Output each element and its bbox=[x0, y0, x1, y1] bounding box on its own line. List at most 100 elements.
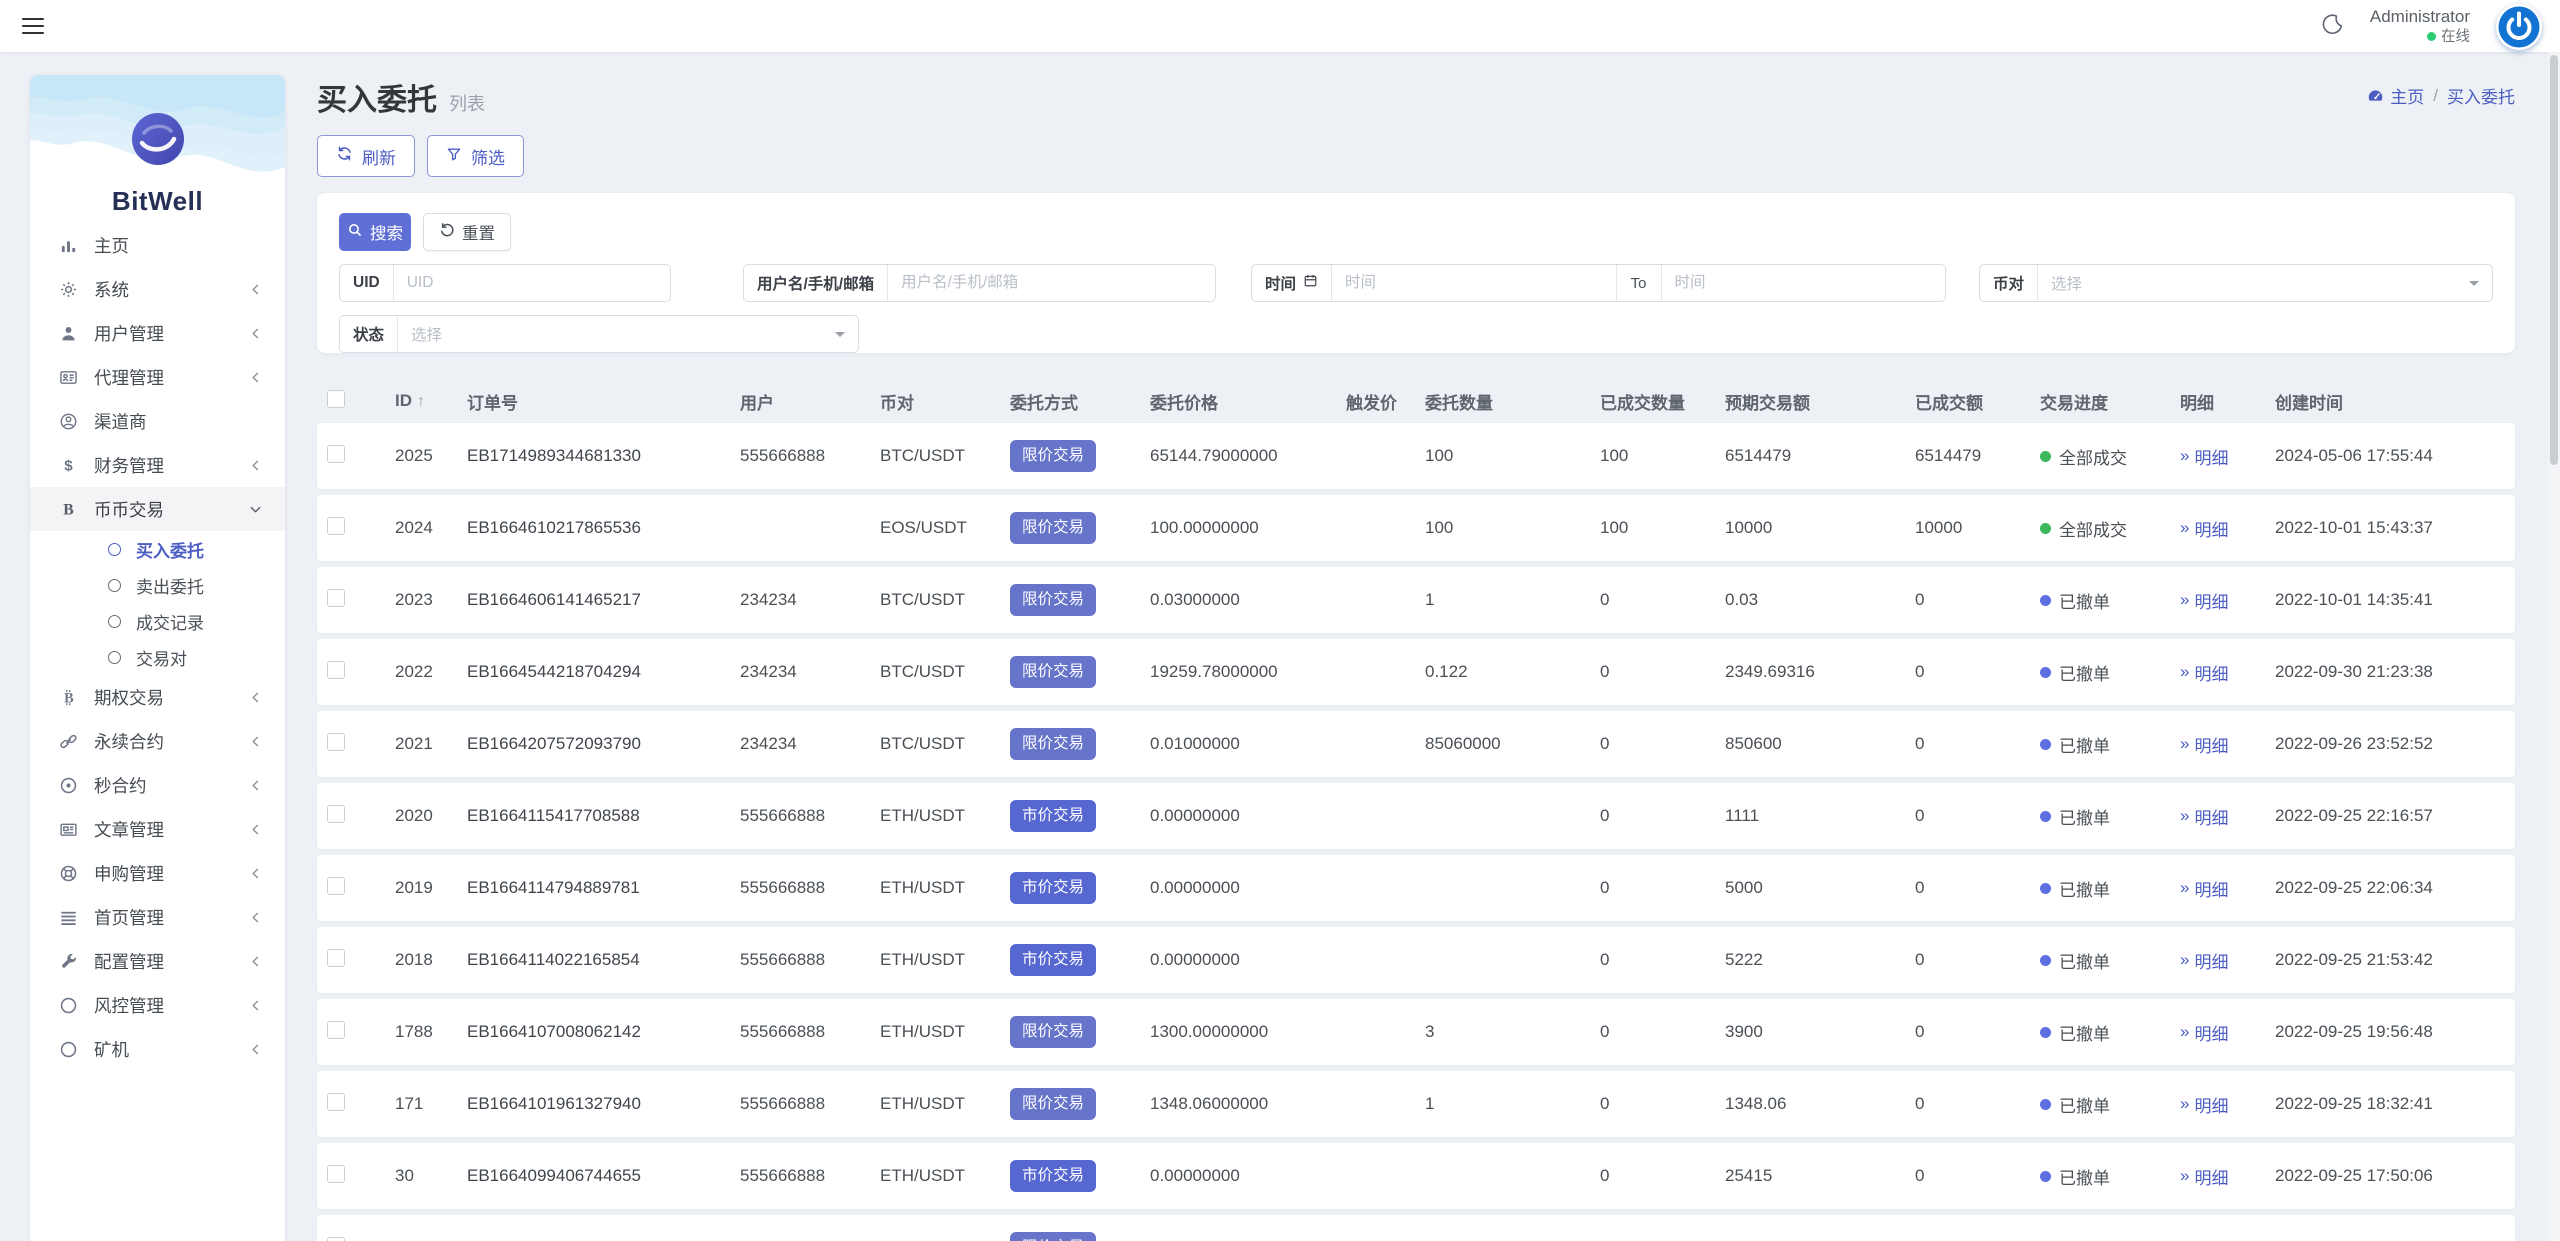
reset-button[interactable]: 重置 bbox=[423, 213, 511, 251]
select-all-checkbox[interactable] bbox=[327, 389, 345, 408]
cell-pair: BTC/USDT bbox=[880, 662, 965, 681]
detail-link[interactable]: » 明细 bbox=[2180, 1092, 2267, 1117]
row-checkbox[interactable] bbox=[327, 444, 345, 463]
sidebar-item[interactable]: 永续合约 bbox=[30, 719, 285, 763]
cell-created-time: 2022-09-25 18:32:41 bbox=[2275, 1094, 2433, 1113]
bullet-circle-icon bbox=[108, 614, 121, 628]
sidebar-item[interactable]: 渠道商 bbox=[30, 399, 285, 443]
detail-link[interactable]: » 明细 bbox=[2180, 732, 2267, 757]
cell-expected-value: 3900 bbox=[1725, 1022, 1763, 1041]
filter-button[interactable]: 筛选 bbox=[427, 135, 524, 177]
search-button[interactable]: 搜索 bbox=[339, 213, 411, 251]
cell-order-no: EB1664101961327940 bbox=[467, 1094, 641, 1113]
detail-link[interactable]: » 明细 bbox=[2180, 948, 2267, 973]
double-chevron-icon: » bbox=[2180, 590, 2190, 609]
cell-filled-qty: 0 bbox=[1600, 1094, 1610, 1113]
sidebar-subitem[interactable]: 成交记录 bbox=[30, 603, 285, 639]
sidebar-item[interactable]: 矿机 bbox=[30, 1027, 285, 1071]
row-checkbox[interactable] bbox=[327, 948, 345, 967]
detail-link-label: 明细 bbox=[2194, 664, 2229, 684]
detail-link[interactable]: » 明细 bbox=[2180, 516, 2267, 541]
avatar[interactable] bbox=[2496, 4, 2542, 50]
breadcrumb: 主页 / 买入委托 bbox=[2367, 83, 2515, 108]
sidebar-item[interactable]: 首页管理 bbox=[30, 895, 285, 939]
bullet-circle-icon bbox=[108, 542, 121, 556]
sidebar-item[interactable]: B 币币交易 bbox=[30, 487, 285, 531]
sidebar-item[interactable]: 主页 bbox=[30, 223, 285, 267]
detail-link[interactable]: » 明细 bbox=[2180, 444, 2267, 469]
sidebar-item[interactable]: B 期权交易 bbox=[30, 675, 285, 719]
cell-expected-value: 6514479 bbox=[1725, 446, 1792, 465]
row-checkbox[interactable] bbox=[327, 876, 345, 895]
order-type-badge: 限价交易 bbox=[1010, 656, 1097, 688]
cell-amount: 0.122 bbox=[1425, 662, 1468, 681]
header-progress: 交易进度 bbox=[2040, 393, 2108, 413]
sidebar-item[interactable]: 文章管理 bbox=[30, 807, 285, 851]
detail-link[interactable]: » 明细 bbox=[2180, 804, 2267, 829]
cell-pair: BTC/USDT bbox=[880, 446, 965, 465]
cell-order-no: EB1664114794889781 bbox=[467, 878, 640, 897]
row-checkbox[interactable] bbox=[327, 588, 345, 607]
breadcrumb-home[interactable]: 主页 bbox=[2367, 83, 2424, 108]
hamburger-menu-icon[interactable] bbox=[22, 17, 46, 35]
sidebar-item[interactable]: 配置管理 bbox=[30, 939, 285, 983]
detail-link[interactable]: » 明细 bbox=[2180, 876, 2267, 901]
sidebar-item[interactable]: 用户管理 bbox=[30, 311, 285, 355]
dark-mode-toggle[interactable] bbox=[2320, 13, 2344, 38]
status-select[interactable]: 选择 bbox=[398, 316, 858, 352]
header-id[interactable]: ID ↑ bbox=[395, 391, 467, 411]
cell-order-no: EB1714989344681330 bbox=[467, 446, 641, 465]
sidebar-item[interactable]: 风控管理 bbox=[30, 983, 285, 1027]
status-label: 已撤单 bbox=[2059, 1168, 2110, 1188]
detail-link[interactable]: » 明细 bbox=[2180, 660, 2267, 685]
row-checkbox[interactable] bbox=[327, 516, 345, 535]
header-pair: 币对 bbox=[880, 393, 914, 413]
order-type-badge: 限价交易 bbox=[1010, 728, 1097, 760]
cell-user: 555666888 bbox=[740, 1166, 826, 1185]
cell-created-time: 2022-10-01 15:43:37 bbox=[2275, 518, 2433, 537]
sidebar-subitem[interactable]: 卖出委托 bbox=[30, 567, 285, 603]
filter-label: 筛选 bbox=[471, 148, 505, 168]
sidebar-item[interactable]: 申购管理 bbox=[30, 851, 285, 895]
cell-filled-value: 0 bbox=[1915, 950, 1925, 969]
refresh-button[interactable]: 刷新 bbox=[317, 135, 415, 177]
sidebar-item[interactable]: 代理管理 bbox=[30, 355, 285, 399]
detail-link[interactable]: » 明细 bbox=[2180, 1164, 2267, 1189]
detail-link[interactable]: » 明细 bbox=[2180, 588, 2267, 613]
scrollbar-thumb[interactable] bbox=[2550, 55, 2558, 465]
sidebar-item[interactable]: $ 财务管理 bbox=[30, 443, 285, 487]
sidebar-item-icon bbox=[57, 324, 79, 343]
status-label: 已撤单 bbox=[2059, 952, 2110, 972]
user-input[interactable] bbox=[888, 265, 1215, 301]
sidebar-item-icon: $ bbox=[57, 456, 79, 475]
breadcrumb-current[interactable]: 买入委托 bbox=[2447, 83, 2515, 108]
dashboard-icon bbox=[2368, 90, 2383, 101]
uid-input[interactable] bbox=[393, 265, 670, 301]
page-scrollbar[interactable] bbox=[2548, 52, 2560, 1241]
header-filled-value: 已成交额 bbox=[1915, 393, 1983, 413]
time-from-input[interactable] bbox=[1332, 265, 1616, 301]
cell-progress: 已撤单 bbox=[2040, 1164, 2180, 1189]
row-checkbox[interactable] bbox=[327, 1020, 345, 1039]
pair-select[interactable]: 选择 bbox=[2038, 265, 2492, 301]
detail-link[interactable]: » 明细 bbox=[2180, 1020, 2267, 1045]
order-type-badge: 市价交易 bbox=[1010, 1160, 1097, 1192]
row-checkbox[interactable] bbox=[327, 660, 345, 679]
cell-expected-value: 10000 bbox=[1725, 518, 1773, 537]
sidebar-subitem[interactable]: 买入委托 bbox=[30, 531, 285, 567]
cell-pair: BTC/USDT bbox=[880, 590, 965, 609]
sidebar-subitem[interactable]: 交易对 bbox=[30, 639, 285, 675]
cell-created-time: 2022-09-30 21:23:38 bbox=[2275, 662, 2433, 681]
row-checkbox[interactable] bbox=[327, 1092, 345, 1111]
row-checkbox[interactable] bbox=[327, 732, 345, 751]
sidebar-item[interactable]: 系统 bbox=[30, 267, 285, 311]
user-menu[interactable]: Administrator 在线 bbox=[2370, 6, 2470, 45]
time-to-input[interactable] bbox=[1661, 265, 1945, 301]
row-checkbox[interactable] bbox=[327, 1236, 345, 1241]
row-checkbox[interactable] bbox=[327, 804, 345, 823]
cell-filled-value: 0 bbox=[1915, 806, 1925, 825]
sidebar-item[interactable]: 秒合约 bbox=[30, 763, 285, 807]
cell-id: 2025 bbox=[395, 446, 433, 465]
sidebar: BitWell 主页 系统 用户管理 代理管理 渠道商 $ 财务管理 B 币币交… bbox=[30, 75, 285, 1241]
row-checkbox[interactable] bbox=[327, 1164, 345, 1183]
